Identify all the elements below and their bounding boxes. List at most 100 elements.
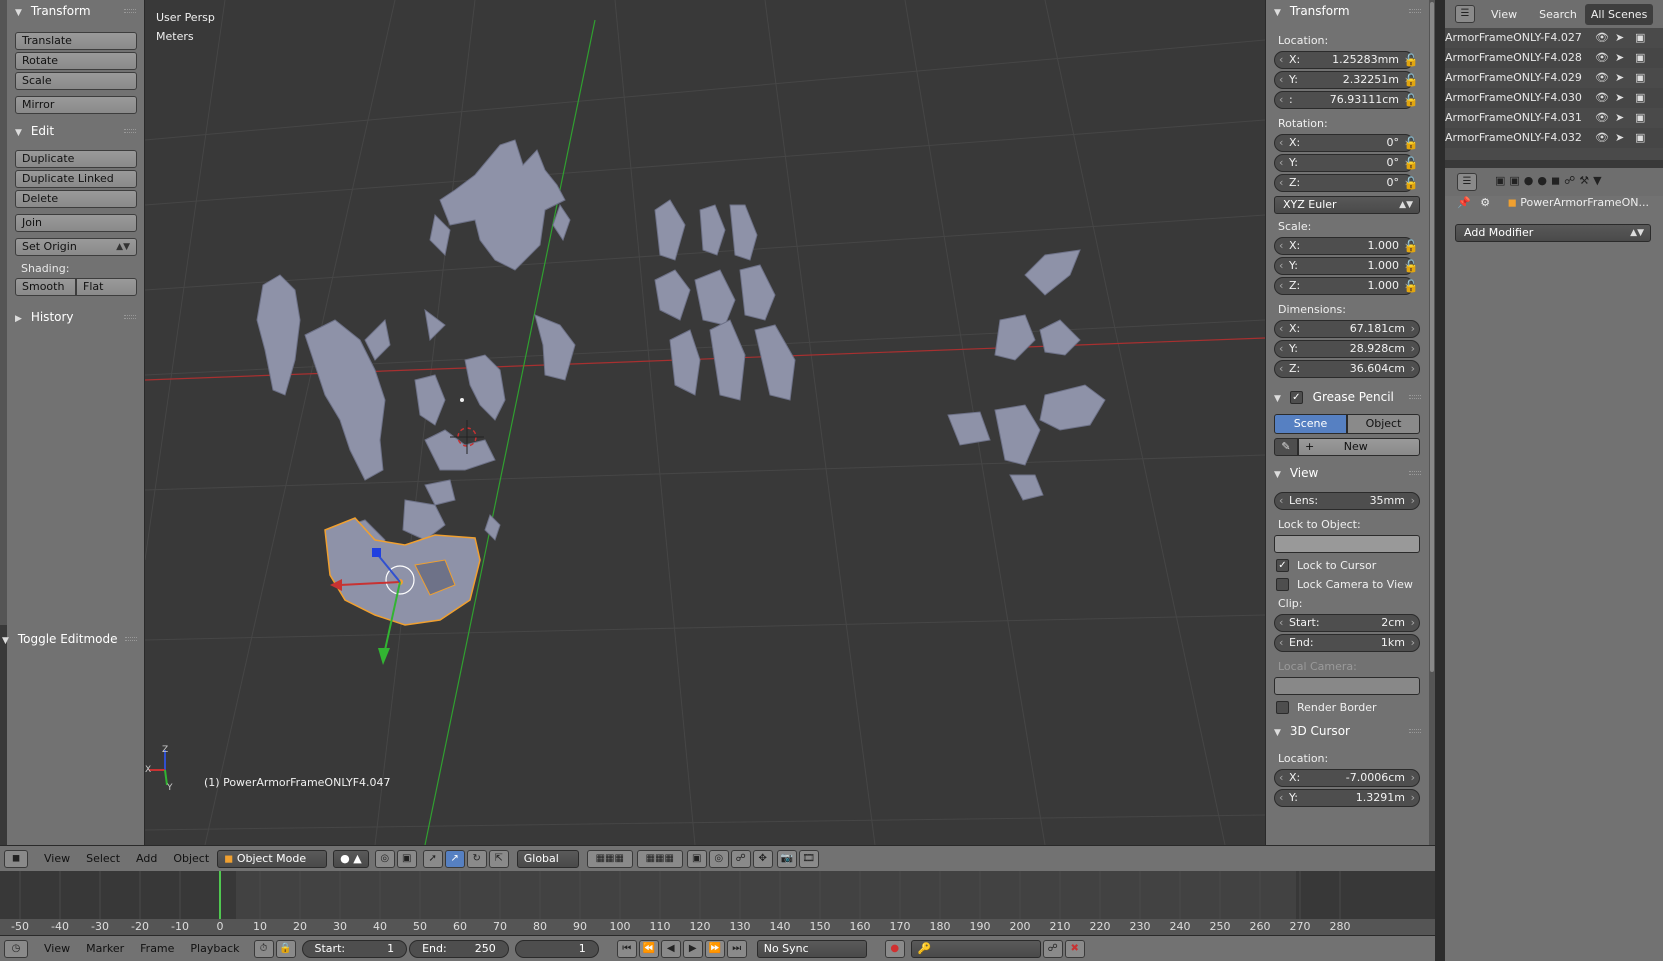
tool-shelf-tabs[interactable] <box>0 0 7 625</box>
lock-to-cursor-checkbox[interactable]: ✓ <box>1276 559 1289 572</box>
eye-icon[interactable]: 👁 <box>1595 88 1609 108</box>
manipulator-toggle-icon[interactable]: ➚ <box>422 849 443 868</box>
lock-icon[interactable]: 🔓 <box>1401 154 1421 172</box>
render-camera-icon[interactable]: ▣ <box>1635 68 1645 88</box>
add-modifier-dropdown[interactable]: Add Modifier ▲▼ <box>1455 224 1651 242</box>
layer-buttons-left[interactable]: ▦▦▦ <box>586 849 633 868</box>
start-frame-field[interactable]: Start: 1 <box>301 939 408 958</box>
rotate-manipulator-icon[interactable]: ↻ <box>466 849 487 868</box>
frame-ruler[interactable]: -50 -40 -30 -20 -10 0 10 20 30 40 50 60 70 80 90 100 110… <box>0 919 1435 935</box>
manipulator-z-handle[interactable] <box>372 548 381 557</box>
clip-end-field[interactable]: End: 1km <box>1274 634 1420 652</box>
lens-field[interactable]: Lens: 35mm <box>1274 492 1420 510</box>
eye-icon[interactable]: 👁 <box>1595 48 1609 68</box>
record-icon[interactable]: ● <box>884 939 905 958</box>
set-origin-dropdown[interactable]: Set Origin ▲▼ <box>15 238 137 256</box>
grease-pencil-header[interactable]: ▼ ✓ Grease Pencil <box>1266 386 1429 408</box>
editor-type-icon[interactable]: ◼ <box>4 849 28 868</box>
scale-x-field[interactable]: X: 1.000 <box>1274 237 1414 255</box>
marker-menu[interactable]: Marker <box>86 942 124 955</box>
lock-icon[interactable]: 🔓 <box>1401 237 1421 255</box>
snap-element-icon[interactable]: ✥ <box>752 849 773 868</box>
outliner-item[interactable]: ArmorFrameONLY-F4.031 👁 ➤ ▣ <box>1445 108 1663 128</box>
jump-start-icon[interactable]: ⏮ <box>616 939 637 958</box>
render-camera-icon[interactable]: ▣ <box>1635 48 1645 68</box>
outliner-item[interactable]: ArmorFrameONLY-F4.027 👁 ➤ ▣ <box>1445 28 1663 48</box>
transform-properties-header[interactable]: ▼ Transform <box>1266 0 1429 22</box>
keying-set-field[interactable]: 🔑 <box>910 939 1041 958</box>
playback-menu[interactable]: Playback <box>190 942 239 955</box>
drag-grip-icon[interactable] <box>125 637 137 641</box>
timeline-canvas[interactable] <box>0 871 1435 919</box>
3d-cursor-panel-header[interactable]: ▼ 3D Cursor <box>1266 720 1429 742</box>
translate-manipulator-icon[interactable]: ↗ <box>444 849 465 868</box>
timeline-view-menu[interactable]: View <box>44 942 70 955</box>
gp-new-button[interactable]: + New <box>1298 438 1420 456</box>
jump-keyframe-back-icon[interactable]: ⏪ <box>638 939 659 958</box>
jump-end-icon[interactable]: ⏭ <box>726 939 747 958</box>
mode-dropdown[interactable]: ◼ Object Mode <box>217 849 328 868</box>
rotate-button[interactable]: Rotate <box>15 52 137 70</box>
add-menu[interactable]: Add <box>136 852 157 865</box>
frame-menu[interactable]: Frame <box>140 942 174 955</box>
clip-start-field[interactable]: Start: 2cm <box>1274 614 1420 632</box>
dimension-x-field[interactable]: X: 67.181cm <box>1274 320 1420 338</box>
render-opengl-icon[interactable]: 📷 <box>776 849 797 868</box>
layer-buttons-right[interactable]: ▦▦▦ <box>636 849 683 868</box>
flat-button[interactable]: Flat <box>76 278 137 296</box>
render-camera-icon[interactable]: ▣ <box>1635 128 1645 148</box>
grease-pencil-checkbox[interactable]: ✓ <box>1289 391 1303 404</box>
preview-range-icon[interactable]: ⏱ <box>253 939 274 958</box>
drag-grip-icon[interactable] <box>1409 471 1421 475</box>
outliner-display-mode[interactable]: All Scenes <box>1584 3 1654 25</box>
armor-mesh-parts[interactable] <box>256 139 1106 571</box>
view-panel-header[interactable]: ▼ View <box>1266 462 1429 484</box>
proportional-edit-icon[interactable]: ◎ <box>708 849 729 868</box>
toggle-editmode-header[interactable]: ▼ Toggle Editmode <box>0 628 145 650</box>
smooth-button[interactable]: Smooth <box>15 278 76 296</box>
gp-scene-button[interactable]: Scene <box>1274 414 1347 434</box>
context-tab-icons[interactable]: ▣▣●●◼☍⚒▼ <box>1495 174 1606 187</box>
eye-icon[interactable]: 👁 <box>1595 128 1609 148</box>
render-camera-icon[interactable]: ▣ <box>1635 88 1645 108</box>
cursor-select-icon[interactable]: ➤ <box>1615 28 1624 48</box>
eye-icon[interactable]: 👁 <box>1595 108 1609 128</box>
outliner-item[interactable]: ArmorFrameONLY-F4.028 👁 ➤ ▣ <box>1445 48 1663 68</box>
cursor-x-field[interactable]: X: -7.0006cm <box>1274 769 1420 787</box>
scrollbar-thumb[interactable] <box>1430 2 1434 672</box>
editor-type-icon[interactable]: ☰ <box>1455 5 1475 23</box>
pencil-icon[interactable]: ✎ <box>1274 438 1298 456</box>
outliner-tree[interactable]: ArmorFrameONLY-F4.027 👁 ➤ ▣ ArmorFrameONLY-… <box>1445 28 1663 160</box>
lock-to-cursor-row[interactable]: ✓ Lock to Cursor <box>1276 559 1429 572</box>
rotation-z-field[interactable]: Z: 0° <box>1274 174 1414 192</box>
scale-button[interactable]: Scale <box>15 72 137 90</box>
duplicate-button[interactable]: Duplicate <box>15 150 137 168</box>
gp-object-button[interactable]: Object <box>1347 414 1420 434</box>
viewport-shading-dropdown[interactable]: ● ▲ <box>333 849 369 868</box>
drag-grip-icon[interactable] <box>1409 729 1421 733</box>
object-menu[interactable]: Object <box>173 852 209 865</box>
dimension-z-field[interactable]: Z: 36.604cm <box>1274 360 1420 378</box>
rotation-y-field[interactable]: Y: 0° <box>1274 154 1414 172</box>
jump-keyframe-forward-icon[interactable]: ⏩ <box>704 939 725 958</box>
play-icon[interactable]: ▶ <box>682 939 703 958</box>
play-reverse-icon[interactable]: ◀ <box>660 939 681 958</box>
join-button[interactable]: Join <box>15 214 137 232</box>
drag-grip-icon[interactable] <box>124 129 136 133</box>
outliner-item[interactable]: ArmorFrameONLY-F4.029 👁 ➤ ▣ <box>1445 68 1663 88</box>
location-x-field[interactable]: X: 1.25283mm <box>1274 51 1414 69</box>
cursor-select-icon[interactable]: ➤ <box>1615 88 1624 108</box>
duplicate-linked-button[interactable]: Duplicate Linked <box>15 170 137 188</box>
cursor-select-icon[interactable]: ➤ <box>1615 48 1624 68</box>
translate-button[interactable]: Translate <box>15 32 137 50</box>
render-animation-icon[interactable]: 🎞 <box>798 849 819 868</box>
scale-y-field[interactable]: Y: 1.000 <box>1274 257 1414 275</box>
editor-type-icon[interactable]: ☰ <box>1457 173 1477 191</box>
lock-icon[interactable]: 🔓 <box>1401 71 1421 89</box>
rotation-x-field[interactable]: X: 0° <box>1274 134 1414 152</box>
selected-object[interactable] <box>324 517 481 626</box>
lock-range-icon[interactable]: 🔒 <box>275 939 296 958</box>
edit-panel-header[interactable]: ▼ Edit <box>7 120 144 142</box>
lock-icon[interactable]: 🔓 <box>1401 91 1421 109</box>
manipulator-center-icon[interactable]: ▣ <box>396 849 417 868</box>
